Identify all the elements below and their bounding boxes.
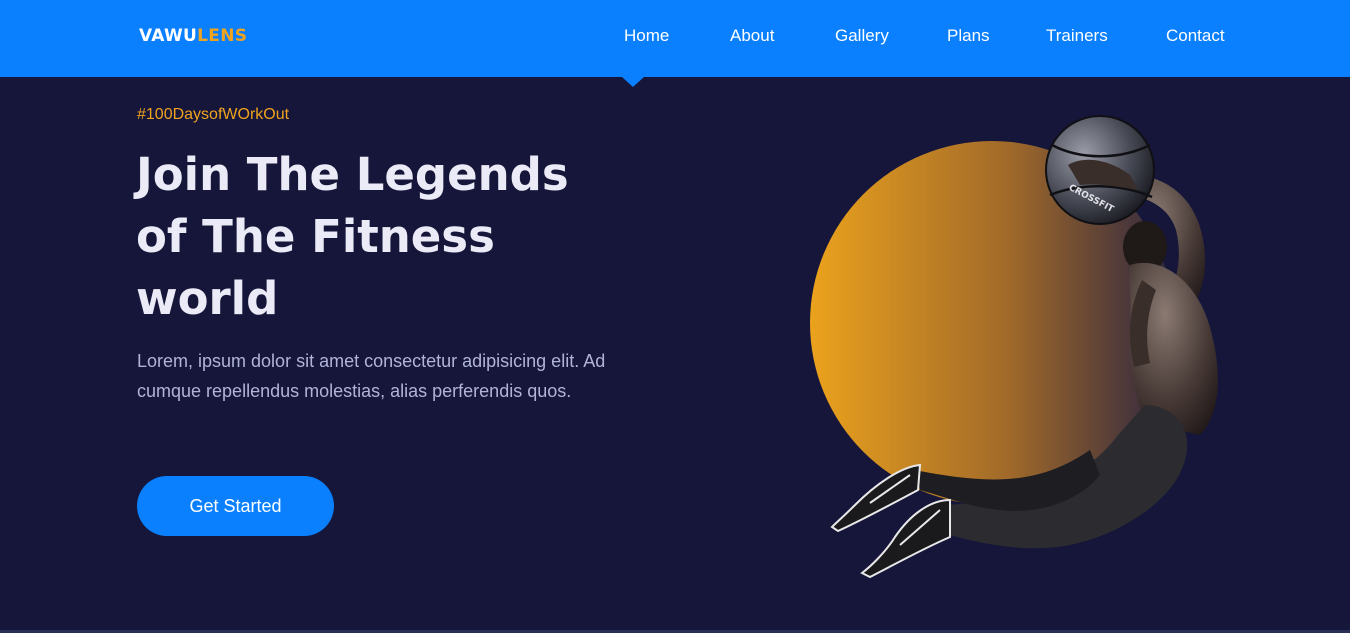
hero-title-line-3: world [136, 272, 279, 325]
nav-link-about[interactable]: About [730, 26, 774, 46]
brand-logo[interactable]: VAWULENS [139, 26, 247, 46]
hero-hashtag: #100DaysofWOrkOut [137, 106, 290, 123]
active-nav-indicator [622, 77, 644, 87]
hero-title-line-2: of The Fitness [136, 210, 495, 263]
brand-logo-prefix: VAWU [139, 26, 198, 46]
nav-link-contact[interactable]: Contact [1166, 26, 1225, 46]
nav-link-plans[interactable]: Plans [947, 26, 990, 46]
hero-description: Lorem, ipsum dolor sit amet consectetur … [137, 351, 606, 401]
nav-link-gallery[interactable]: Gallery [835, 26, 889, 46]
top-navbar: VAWULENS Home About Gallery Plans Traine… [0, 0, 1350, 77]
hero-title: Join The Legends of The Fitness world [136, 144, 656, 330]
hero-athlete-illustration: CROSSFIT [810, 115, 1218, 579]
brand-logo-suffix: LENS [197, 26, 248, 46]
nav-link-trainers[interactable]: Trainers [1046, 26, 1108, 46]
get-started-button[interactable]: Get Started [137, 476, 334, 536]
nav-link-home[interactable]: Home [624, 26, 669, 46]
hero-title-line-1: Join The Legends [136, 148, 569, 201]
